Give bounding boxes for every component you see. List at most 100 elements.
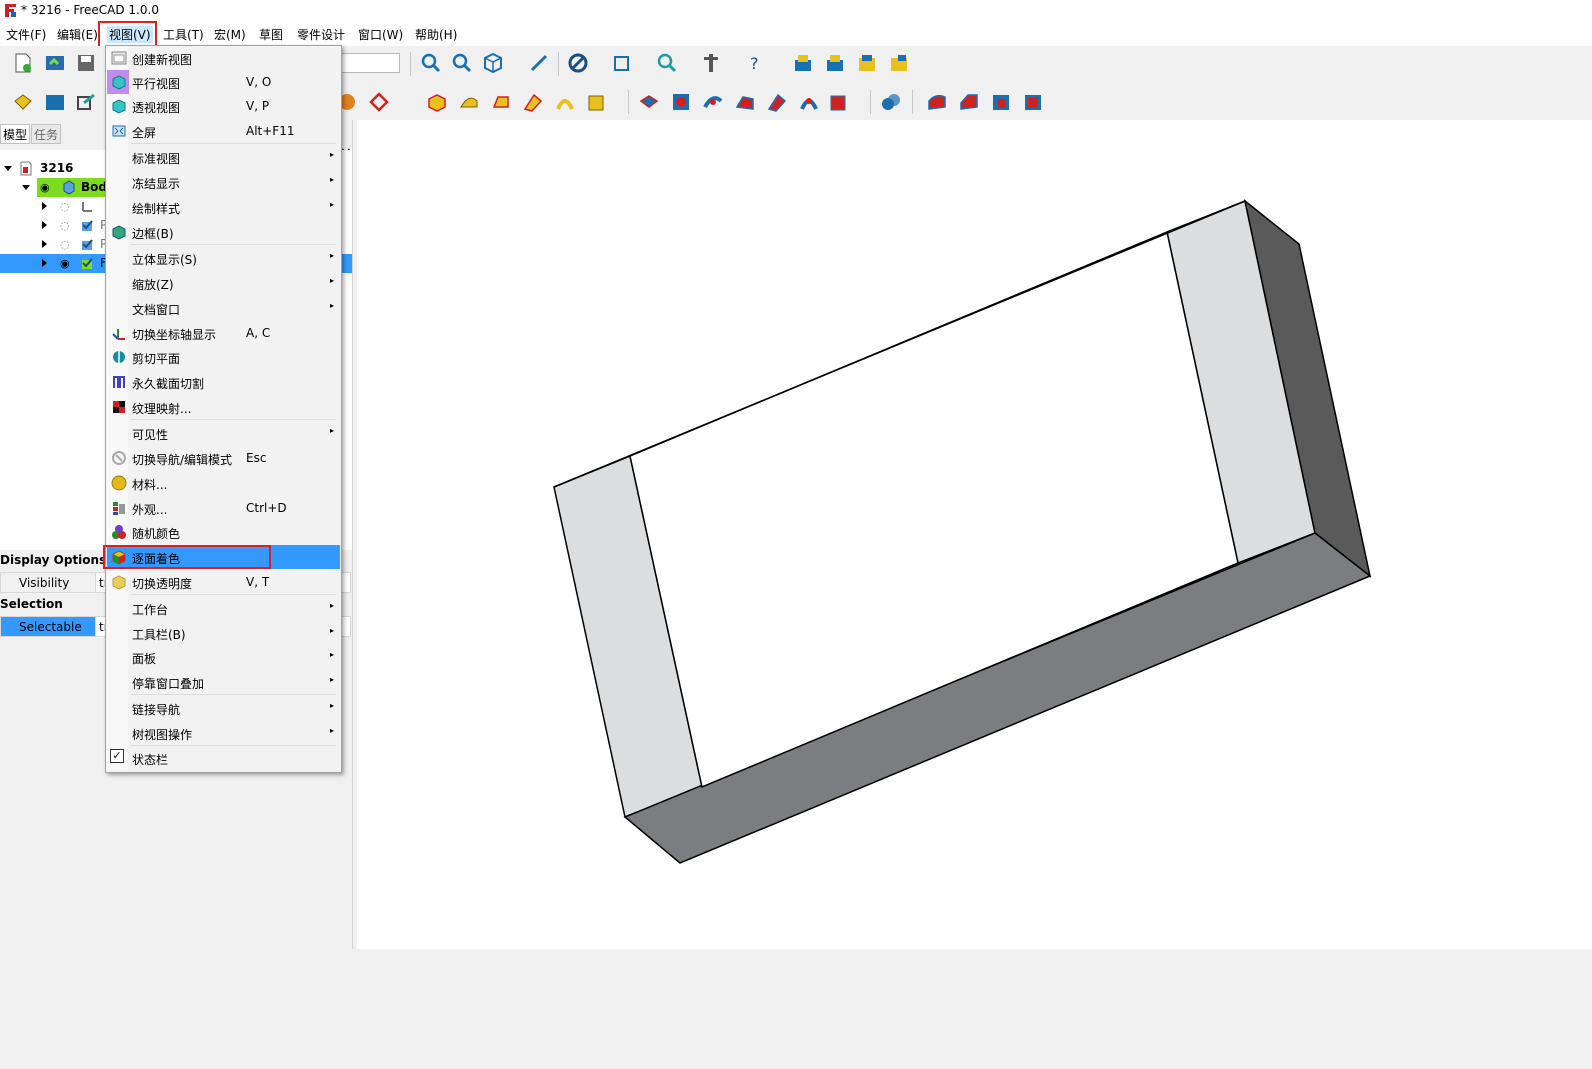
menu-item-draw-style[interactable]: 绘制样式 ▸ [107,195,340,219]
part-group-icon[interactable] [824,52,846,74]
chamfer-icon[interactable] [958,91,980,113]
menu-item-shortcut: Alt+F11 [246,124,295,138]
subtractive-pipe-icon[interactable] [766,91,788,113]
menu-item-section-cut[interactable]: 永久截面切割 [107,370,340,394]
additive-pipe-icon[interactable] [522,91,544,113]
menu-item-visibility[interactable]: 可见性 ▸ [107,421,340,445]
menu-item-bounding-box[interactable]: 边框(B) [107,220,340,244]
menu-item-zoom[interactable]: 缩放(Z) ▸ [107,271,340,295]
datum-plane-icon[interactable] [368,91,390,113]
submenu-arrow-icon: ▸ [329,251,334,260]
expand-arrow-icon[interactable] [42,202,47,210]
menu-separator [131,143,336,144]
menu-item-toggle-navigation[interactable]: 切换导航/编辑模式 Esc [107,446,340,470]
pad-icon[interactable] [426,91,448,113]
subtractive-helix-icon[interactable] [798,91,820,113]
visibility-eye-icon[interactable]: ◉ [40,178,50,197]
menu-item-freeze-display[interactable]: 冻结显示 ▸ [107,170,340,194]
menu-item-texture-mapping[interactable]: 纹理映射... [107,395,340,419]
toggle-navigation-icon [112,451,126,465]
expand-arrow-icon[interactable] [42,221,47,229]
hidden-eye-icon[interactable]: ◌ [60,216,70,235]
hidden-eye-icon[interactable]: ◌ [60,235,70,254]
thickness-icon[interactable] [1022,91,1044,113]
tab-model[interactable]: 模型 [0,124,31,144]
menu-macro[interactable]: 宏(M) [214,26,246,43]
revolution-icon[interactable] [458,91,480,113]
boolean-icon[interactable] [880,91,902,113]
new-document-icon[interactable] [12,52,34,74]
menu-tools[interactable]: 工具(T) [163,26,204,43]
checkbox-checked-icon[interactable]: ✓ [110,749,124,763]
bounding-box-icon[interactable] [611,52,633,74]
menu-item-material[interactable]: 材料... [107,471,340,495]
submenu-arrow-icon: ▸ [329,626,334,635]
additive-helix-icon[interactable] [554,91,576,113]
subtractive-loft-icon[interactable] [734,91,756,113]
menu-item-appearance[interactable]: 外观... Ctrl+D [107,496,340,520]
menu-item-orthographic[interactable]: 平行视图 V, O [107,70,340,94]
menu-item-status-bar[interactable]: ✓ 状态栏 [107,746,340,770]
3d-viewport[interactable] [357,120,1592,949]
create-sketch-icon[interactable] [44,91,66,113]
workbench-selector[interactable] [340,53,400,73]
hole-icon[interactable] [670,91,692,113]
fit-all-icon[interactable] [420,52,442,74]
part-assembly-icon[interactable] [888,52,910,74]
menu-item-dock-overlay[interactable]: 停靠窗口叠加 ▸ [107,670,340,694]
pocket-icon[interactable] [638,91,660,113]
menu-edit[interactable]: 编辑(E) [57,26,98,43]
menu-item-perspective[interactable]: 透视视图 V, P [107,94,340,118]
hidden-eye-icon[interactable]: ◌ [60,197,70,216]
zoom-icon[interactable] [656,52,678,74]
3d-model-box[interactable] [357,120,1592,949]
fillet-icon[interactable] [926,91,948,113]
menu-item-workbench[interactable]: 工作台 ▸ [107,596,340,620]
expand-arrow-icon[interactable] [42,240,47,248]
menu-item-panels[interactable]: 面板 ▸ [107,645,340,669]
menu-sketch[interactable]: 草图 [259,26,283,43]
measure-icon[interactable] [528,52,550,74]
subtractive-primitive-icon[interactable] [828,91,850,113]
expand-arrow-icon[interactable] [42,259,47,267]
submenu-arrow-icon: ▸ [329,276,334,285]
collapse-arrow-icon[interactable] [22,185,30,190]
isometric-cube-icon[interactable] [482,52,504,74]
groove-icon[interactable] [702,91,724,113]
fit-selection-icon[interactable] [451,52,473,74]
part-body-icon[interactable] [792,52,814,74]
draw-style-icon[interactable] [567,52,589,74]
menu-item-toolbars[interactable]: 工具栏(B) ▸ [107,621,340,645]
menu-help[interactable]: 帮助(H) [415,26,457,43]
axis-cross-icon [112,329,125,340]
draft-icon[interactable] [990,91,1012,113]
tab-tasks[interactable]: 任务 [31,124,62,144]
export-icon[interactable] [75,91,97,113]
collapse-arrow-icon[interactable] [4,166,12,171]
menu-item-fullscreen[interactable]: 全屏 Alt+F11 [107,119,340,143]
menu-window[interactable]: 窗口(W) [358,26,403,43]
menu-item-label: 冻结显示 [132,177,181,191]
menu-item-new-view[interactable]: 创建新视图 [107,46,340,70]
measure-caliper-icon[interactable] [700,52,722,74]
menu-item-standard-views[interactable]: 标准视图 ▸ [107,145,340,169]
visibility-eye-icon[interactable]: ◉ [60,254,70,273]
menu-item-document-window[interactable]: 文档窗口 ▸ [107,296,340,320]
save-document-icon[interactable] [75,52,97,74]
menu-item-tree-view-actions[interactable]: 树视图操作 ▸ [107,721,340,745]
menu-item-clipping-plane[interactable]: 剪切平面 [107,345,340,369]
part-link-icon[interactable] [856,52,878,74]
create-body-icon[interactable] [12,91,34,113]
open-document-icon[interactable] [44,52,66,74]
menu-item-link-navigation[interactable]: 链接导航 ▸ [107,696,340,720]
whats-this-icon[interactable]: ? [746,52,768,74]
menu-item-random-color[interactable]: 随机颜色 [107,520,340,544]
additive-primitive-icon[interactable] [586,91,608,113]
menu-file[interactable]: 文件(F) [6,26,46,43]
menu-item-stereo[interactable]: 立体显示(S) ▸ [107,246,340,270]
menu-part-design[interactable]: 零件设计 [297,26,345,43]
menu-item-toggle-axis[interactable]: 切换坐标轴显示 A, C [107,321,340,345]
menu-item-toggle-transparency[interactable]: 切换透明度 V, T [107,570,340,594]
additive-loft-icon[interactable] [490,91,512,113]
menu-item-label: 切换透明度 [132,577,193,591]
